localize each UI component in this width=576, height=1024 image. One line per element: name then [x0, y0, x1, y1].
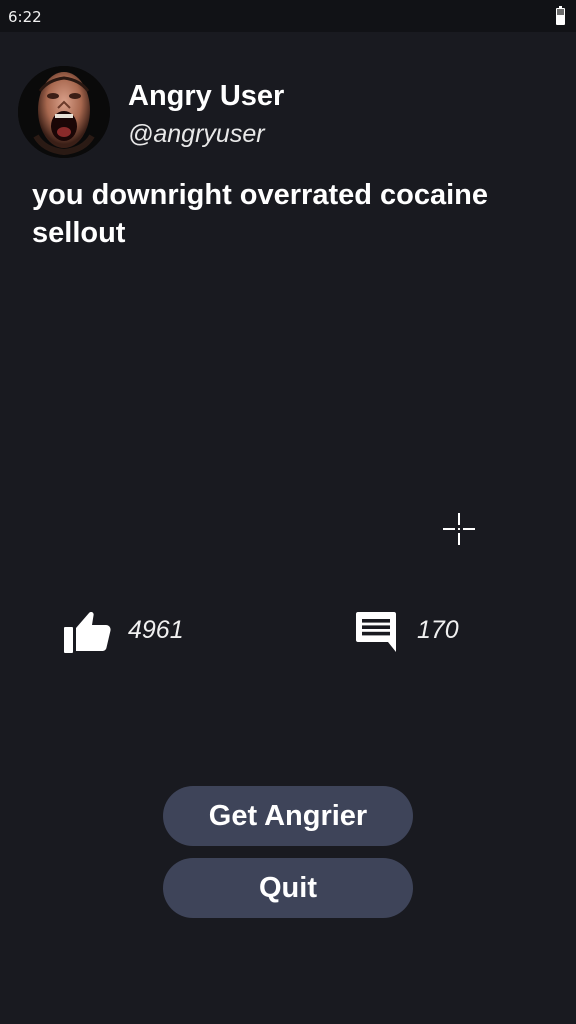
battery-icon	[556, 6, 565, 25]
comment-icon	[356, 612, 396, 652]
user-name: Angry User	[128, 80, 285, 112]
status-time: 6:22	[8, 8, 42, 26]
avatar	[18, 66, 110, 158]
crosshair-icon	[443, 513, 475, 545]
user-handle: @angryuser	[128, 120, 265, 148]
get-angrier-button[interactable]: Get Angrier	[163, 786, 413, 846]
post-screen: Angry User @angryuser you downright over…	[0, 32, 576, 1024]
like-count: 4961	[128, 616, 184, 644]
quit-button[interactable]: Quit	[163, 858, 413, 918]
comment-button[interactable]	[354, 610, 398, 654]
avatar-screaming-face-icon	[18, 66, 110, 158]
thumbs-up-icon	[64, 612, 111, 653]
comment-count: 170	[417, 616, 459, 644]
like-button[interactable]	[64, 609, 112, 653]
post-text: you downright overrated cocaine sellout	[32, 179, 489, 249]
status-bar: 6:22	[0, 0, 576, 32]
